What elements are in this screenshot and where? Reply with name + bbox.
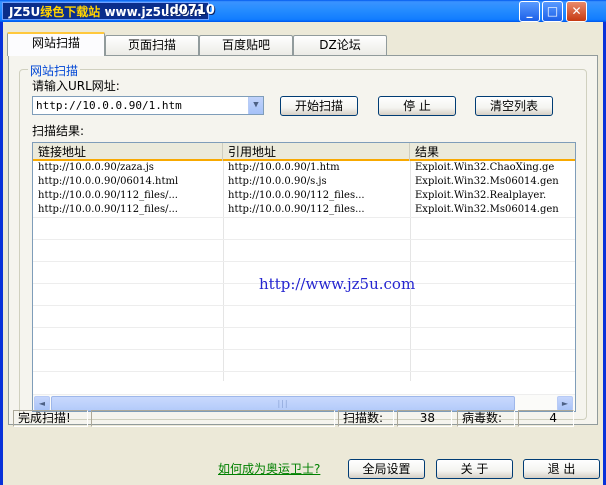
tab-label: 页面扫描: [127, 38, 176, 52]
watermark-brand: JZ5U: [9, 5, 41, 19]
tab-site-scan[interactable]: 网站扫描: [7, 32, 105, 56]
minimize-button[interactable]: _: [519, 1, 540, 22]
olympic-guard-link[interactable]: 如何成为奥运卫士?: [218, 460, 320, 477]
list-rows: http://10.0.0.90/zaza.js http://10.0.0.9…: [33, 161, 575, 217]
about-button[interactable]: 关 于: [436, 459, 513, 479]
chevron-down-icon[interactable]: ▼: [248, 97, 263, 114]
virus-count-value: 4: [518, 410, 574, 427]
scroll-right-icon[interactable]: ►: [557, 396, 573, 411]
close-button[interactable]: ✕: [566, 1, 587, 22]
grid-line: [33, 327, 575, 328]
watermark-url-text: http://www.jz5u.com: [259, 275, 416, 293]
grid-line: [33, 261, 575, 262]
tab-dz-forum[interactable]: DZ论坛: [293, 35, 387, 55]
table-row[interactable]: http://10.0.0.90/112_files/... http://10…: [33, 189, 575, 203]
tab-page-scan[interactable]: 页面扫描: [105, 35, 199, 55]
scanned-count-label: 扫描数:: [338, 410, 394, 427]
table-row[interactable]: http://10.0.0.90/zaza.js http://10.0.0.9…: [33, 161, 575, 175]
grid-line: [33, 217, 575, 218]
status-message: 完成扫描!: [13, 410, 88, 427]
stop-button[interactable]: 停 止: [378, 96, 456, 116]
url-value[interactable]: http://10.0.0.90/1.htm: [36, 99, 182, 112]
results-label: 扫描结果:: [32, 124, 85, 138]
horizontal-scrollbar[interactable]: ◄ ||| ►: [33, 394, 575, 411]
clear-list-button[interactable]: 清空列表: [475, 96, 553, 116]
global-settings-button[interactable]: 全局设置: [348, 459, 425, 479]
column-header-referrer[interactable]: 引用地址: [223, 143, 410, 161]
cell-referrer: http://10.0.0.90/112_files...: [228, 204, 365, 215]
exit-button[interactable]: 退 出: [523, 459, 600, 479]
cell-link: http://10.0.0.90/06014.html: [38, 176, 179, 187]
cell-referrer: http://10.0.0.90/s.js: [228, 176, 327, 187]
tab-panel: 网站扫描 请输入URL网址: http://10.0.0.90/1.htm ▼ …: [8, 55, 598, 425]
tab-label: 网站扫描: [31, 36, 80, 50]
grid-line: [33, 305, 575, 306]
tab-baidu-tieba[interactable]: 百度贴吧: [199, 35, 293, 55]
cell-link: http://10.0.0.90/112_files/...: [38, 204, 178, 215]
scanned-count-value: 38: [397, 410, 452, 427]
table-row[interactable]: http://10.0.0.90/06014.html http://10.0.…: [33, 175, 575, 189]
maximize-button[interactable]: □: [542, 1, 563, 22]
progress-area: [91, 410, 335, 427]
table-row[interactable]: http://10.0.0.90/112_files/... http://10…: [33, 203, 575, 217]
column-header-result[interactable]: 结果: [410, 143, 575, 161]
title-bar: JZ5U绿色下载站 www.jz5u.com ld0710 _ □ ✕: [0, 0, 606, 22]
window-title: ld0710: [165, 3, 215, 18]
virus-count-label: 病毒数:: [457, 410, 515, 427]
url-label: 请输入URL网址:: [32, 79, 120, 93]
grid-line: [33, 239, 575, 240]
grid-line: [33, 349, 575, 350]
cell-referrer: http://10.0.0.90/1.htm: [228, 162, 340, 173]
grid-line: [33, 371, 575, 372]
cell-referrer: http://10.0.0.90/112_files...: [228, 190, 365, 201]
list-header: 链接地址 引用地址 结果: [33, 143, 575, 161]
url-combobox[interactable]: http://10.0.0.90/1.htm ▼: [32, 96, 264, 115]
start-scan-button[interactable]: 开始扫描: [280, 96, 358, 116]
tab-label: DZ论坛: [319, 38, 361, 52]
main-window: 网站扫描 页面扫描 百度贴吧 DZ论坛 网站扫描 请输入URL网址: http:…: [0, 22, 606, 485]
watermark-site-name: 绿色下载站: [40, 5, 101, 19]
scroll-thumb[interactable]: |||: [51, 396, 515, 411]
scroll-left-icon[interactable]: ◄: [34, 396, 50, 411]
cell-link: http://10.0.0.90/zaza.js: [38, 162, 154, 173]
cell-result: Exploit.Win32.Ms06014.gen: [415, 204, 559, 215]
column-header-link[interactable]: 链接地址: [33, 143, 223, 161]
results-list[interactable]: 链接地址 引用地址 结果 http://10.0.0.90/zaza.js ht…: [32, 142, 576, 412]
cell-result: Exploit.Win32.Ms06014.gen: [415, 176, 559, 187]
cell-result: Exploit.Win32.ChaoXing.ge: [415, 162, 555, 173]
cell-link: http://10.0.0.90/112_files/...: [38, 190, 178, 201]
site-scan-group: 网站扫描 请输入URL网址: http://10.0.0.90/1.htm ▼ …: [19, 62, 587, 420]
cell-result: Exploit.Win32.Realplayer.: [415, 190, 547, 201]
tab-label: 百度贴吧: [221, 38, 270, 52]
